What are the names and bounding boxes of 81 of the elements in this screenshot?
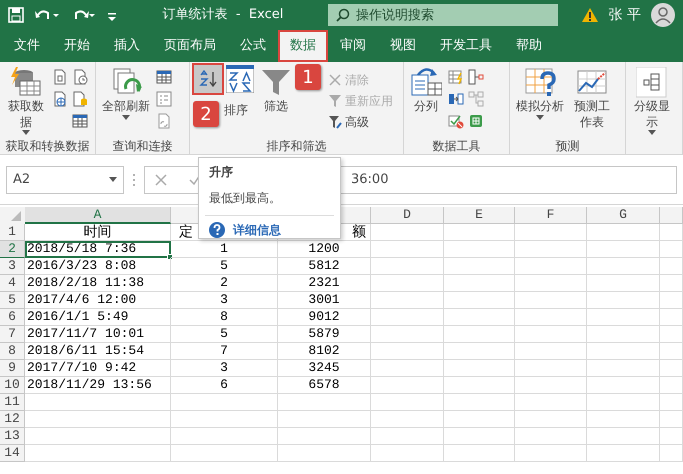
row-header[interactable]: 8 — [0, 343, 25, 360]
window-title: 订单统计表 - Excel — [162, 6, 284, 24]
table-cell: 2321 — [278, 275, 371, 292]
column-header[interactable]: D — [371, 207, 444, 224]
ribbon-tab[interactable]: 帮助 — [504, 30, 554, 62]
ribbon-tab[interactable]: 数据 — [278, 30, 328, 62]
group-label: 数据工具 — [432, 138, 482, 154]
table-cell: 5812 — [278, 258, 371, 275]
formula-text: 36:00 — [351, 170, 388, 189]
column-header[interactable]: A — [25, 207, 171, 224]
column-header[interactable]: E — [444, 207, 515, 224]
row-header[interactable]: 7 — [0, 326, 25, 343]
row-header[interactable]: 1 — [0, 224, 25, 241]
ribbon-tab[interactable]: 开始 — [52, 30, 102, 62]
table-cell: 2017/4/6 12:00 — [25, 292, 171, 309]
table-cell: 7 — [171, 343, 278, 360]
column-header[interactable]: G — [587, 207, 660, 224]
step-badge: 2 — [193, 101, 219, 127]
table-cell: 2018/5/18 7:36 — [25, 241, 171, 258]
row-header[interactable]: 11 — [0, 394, 25, 411]
ribbon-button[interactable]: 分列 — [408, 65, 444, 137]
column-header[interactable]: F — [515, 207, 587, 224]
ribbon-tab[interactable]: 视图 — [378, 30, 428, 62]
ribbon-tab[interactable]: 文件 — [2, 30, 52, 62]
row-header[interactable]: 5 — [0, 292, 25, 309]
row-header[interactable]: 3 — [0, 258, 25, 275]
ribbon-button[interactable]: 模拟分析 — [514, 65, 566, 137]
table-cell: 9012 — [278, 309, 371, 326]
ribbon-button[interactable]: 分级显示 — [630, 65, 674, 138]
cell-reference: A2 — [13, 170, 30, 189]
ribbon-button[interactable]: 高级 — [326, 111, 395, 132]
step-badge: 1 — [295, 64, 321, 90]
ribbon-tab[interactable]: 开发工具 — [428, 30, 504, 62]
table-cell: 1200 — [278, 241, 371, 258]
row-header[interactable]: 13 — [0, 428, 25, 445]
table-cell: 1 — [171, 241, 278, 258]
row-header[interactable]: 2 — [0, 241, 25, 258]
group-label: 查询和连接 — [112, 138, 174, 154]
table-cell: 6578 — [278, 377, 371, 394]
ribbon-button[interactable]: 排序 — [222, 101, 250, 121]
search-field[interactable]: 操作说明搜索 — [328, 4, 558, 26]
table-cell: 8 — [171, 309, 278, 326]
ribbon-tab[interactable]: 公式 — [228, 30, 278, 62]
user-name[interactable]: 张 平 — [608, 4, 641, 26]
table-cell: 3 — [171, 360, 278, 377]
table-cell: 8102 — [278, 343, 371, 360]
ribbon-button[interactable]: 筛选 — [258, 65, 294, 137]
row-header[interactable]: 6 — [0, 309, 25, 326]
table-cell: 3001 — [278, 292, 371, 309]
table-cell: 2 — [171, 275, 278, 292]
table-cell: 2018/11/29 13:56 — [25, 377, 171, 394]
ribbon-tab[interactable]: 插入 — [102, 30, 152, 62]
table-cell: 5 — [171, 326, 278, 343]
row-header[interactable]: 4 — [0, 275, 25, 292]
ribbon-tab[interactable]: 审阅 — [328, 30, 378, 62]
tooltip-title: 升序 — [209, 164, 234, 181]
ribbon-button[interactable]: 全部刷新 — [100, 65, 152, 137]
table-cell: 2016/3/23 8:08 — [25, 258, 171, 275]
table-cell: 3245 — [278, 360, 371, 377]
table-cell: 5879 — [278, 326, 371, 343]
table-cell: 2017/7/10 9:42 — [25, 360, 171, 377]
table-cell: 时间 — [25, 224, 171, 241]
table-cell: 3 — [171, 292, 278, 309]
ribbon-tab[interactable]: 页面布局 — [152, 30, 228, 62]
group-label: 排序和筛选 — [266, 138, 328, 154]
row-header[interactable]: 10 — [0, 377, 25, 394]
name-box[interactable]: A2 — [6, 166, 124, 194]
table-cell: 2018/6/11 15:54 — [25, 343, 171, 360]
row-header[interactable]: 9 — [0, 360, 25, 377]
row-header[interactable]: 12 — [0, 411, 25, 428]
help-link[interactable]: 详细信息 — [233, 221, 281, 239]
ribbon-button[interactable]: 预测工作表 — [570, 65, 614, 137]
group-label: 获取和转换数据 — [4, 138, 90, 154]
group-label: 预测 — [554, 138, 580, 154]
table-cell: 2016/1/1 5:49 — [25, 309, 171, 326]
table-cell: 2018/2/18 11:38 — [25, 275, 171, 292]
table-cell: 6 — [171, 377, 278, 394]
ribbon-button[interactable]: 获取数据 — [4, 65, 48, 138]
row-header[interactable]: 14 — [0, 445, 25, 462]
table-cell: 2017/11/7 10:01 — [25, 326, 171, 343]
table-cell: 5 — [171, 258, 278, 275]
